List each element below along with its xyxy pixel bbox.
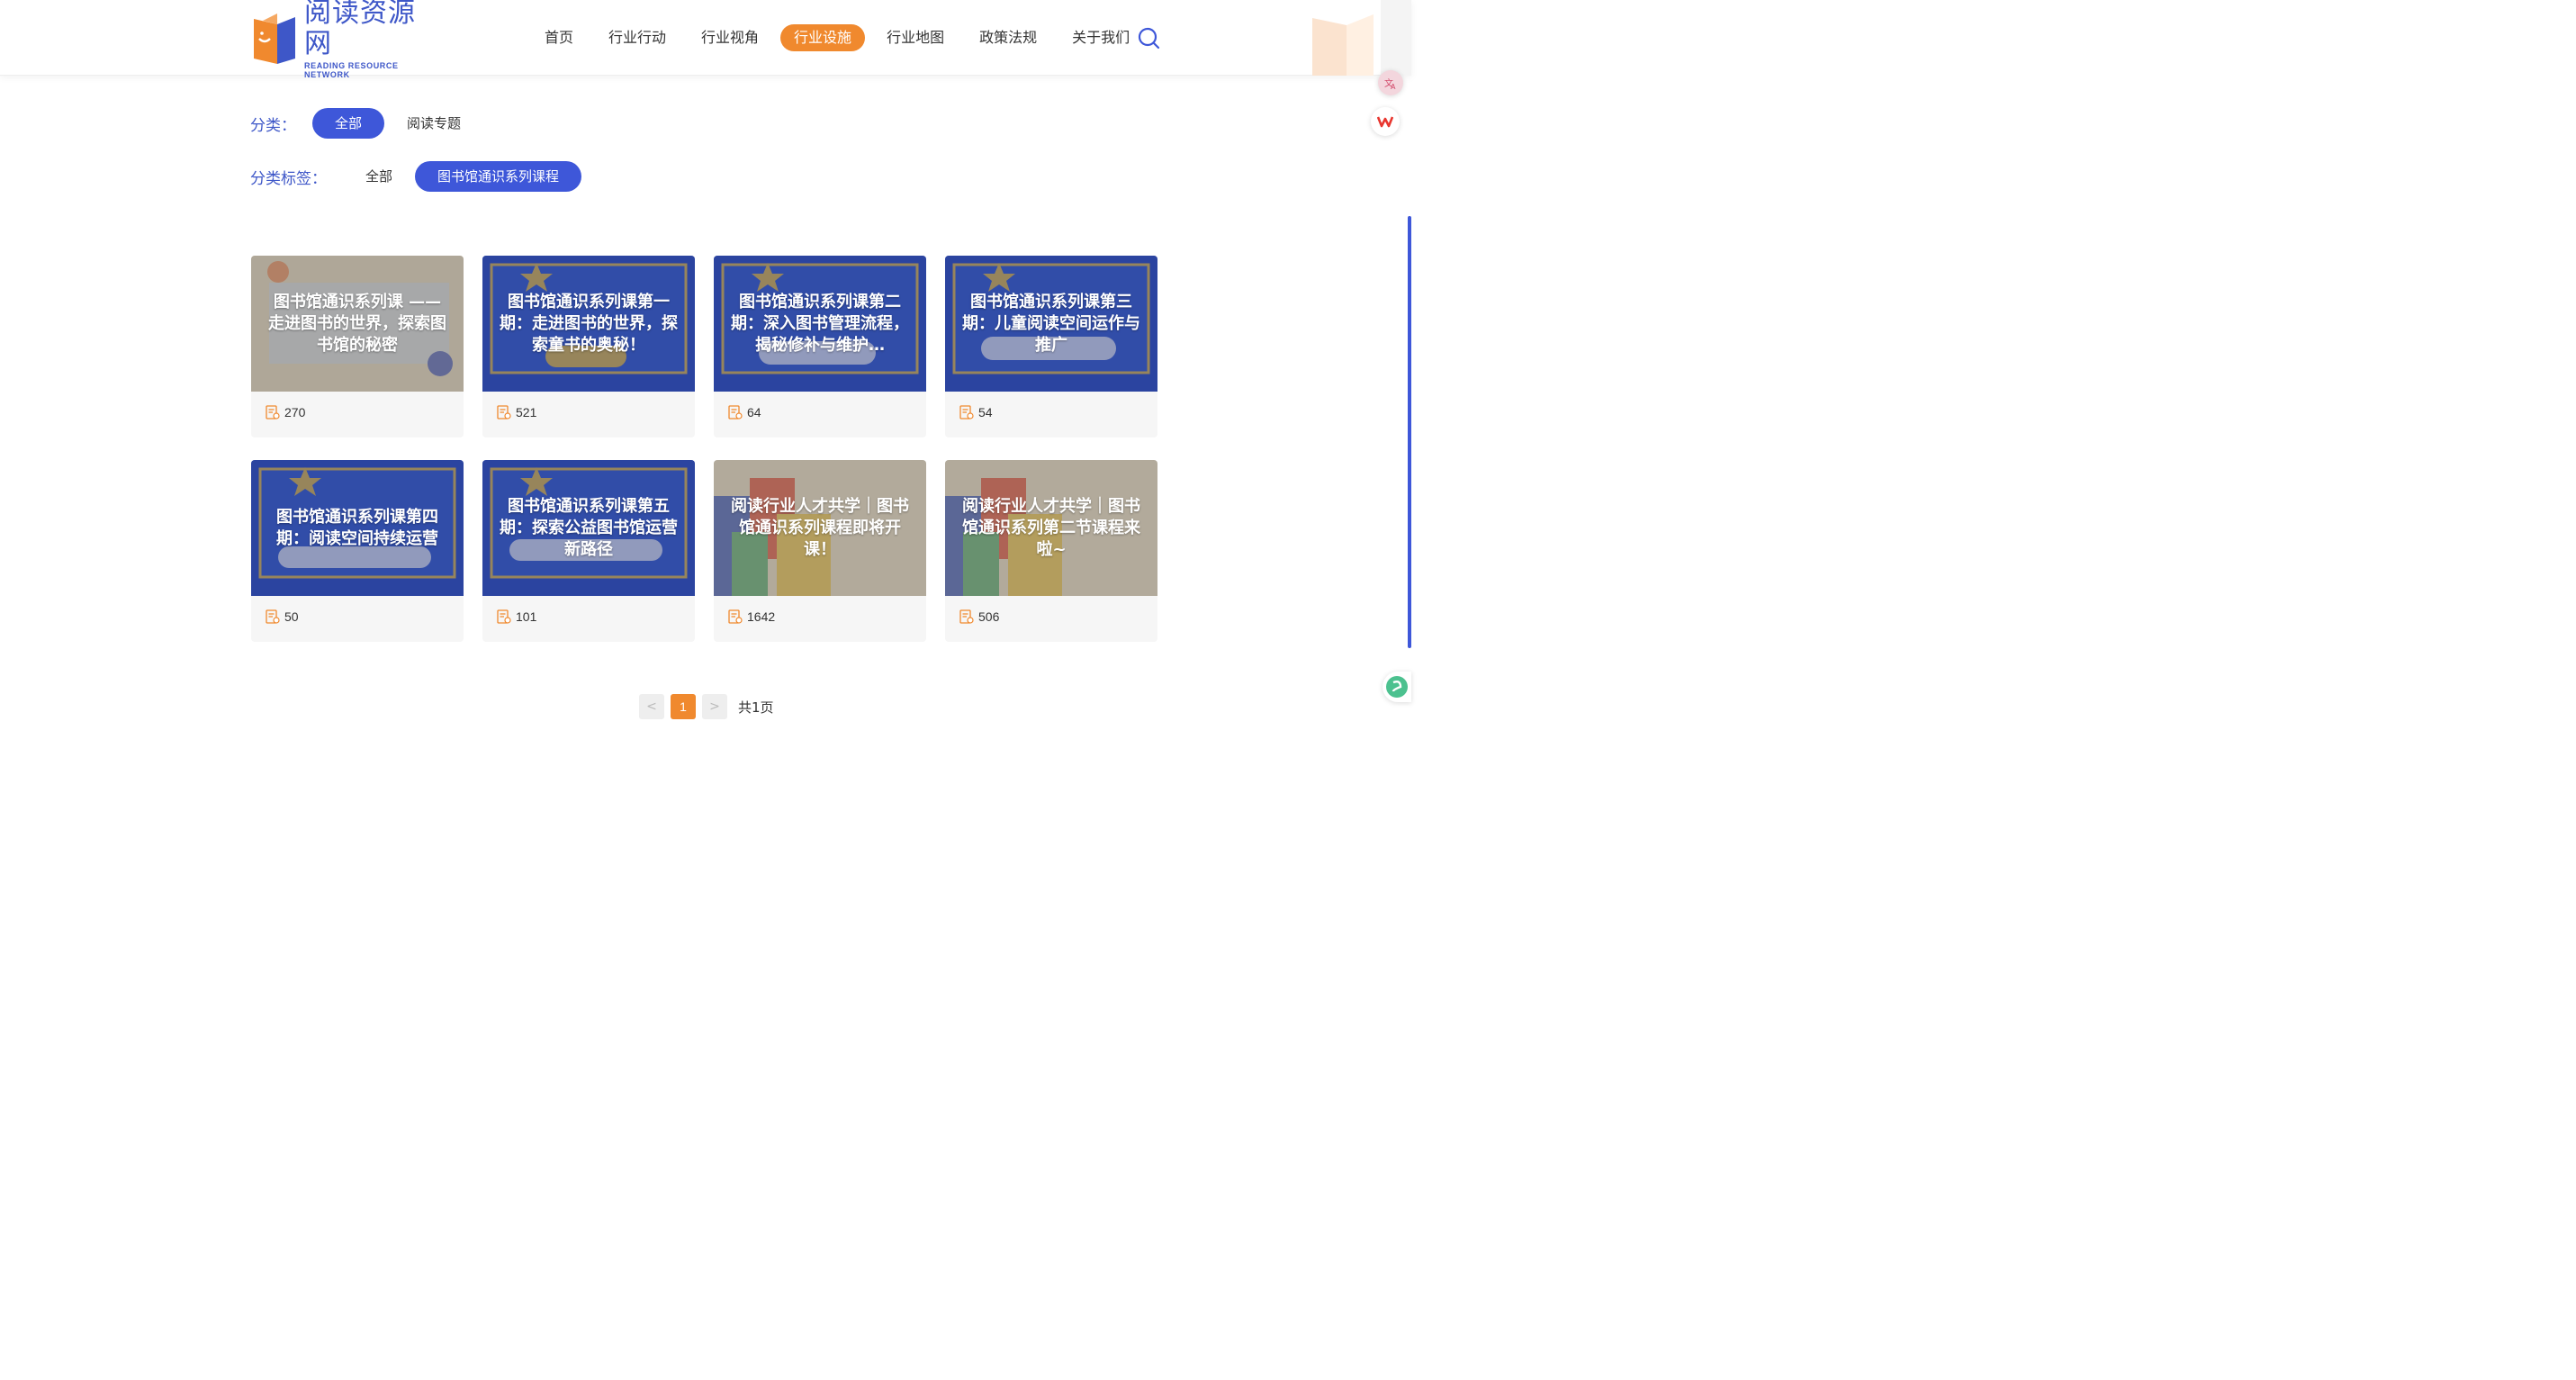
view-count: 101 xyxy=(516,609,537,624)
view-count: 521 xyxy=(516,405,537,419)
tag-option-library-course[interactable]: 图书馆通识系列课程 xyxy=(415,161,582,192)
prev-page-button[interactable]: < xyxy=(639,694,664,719)
view-count: 54 xyxy=(978,405,993,419)
card-title: 图书馆通识系列课第三期：儿童阅读空间运作与推广 xyxy=(962,292,1140,355)
category-label: 分类： xyxy=(250,116,296,135)
corner-decoration xyxy=(1311,0,1411,76)
card-thumbnail: 阅读行业人才共学｜图书馆通识系列课程即将开课！ xyxy=(714,460,926,596)
view-count-icon xyxy=(728,405,743,419)
logo-name: 阅读资源网 xyxy=(304,0,416,59)
tag-filter: 分类标签： 全部 图书馆通识系列课程 xyxy=(250,161,582,192)
view-count-icon xyxy=(266,405,280,419)
nav-item-industry-perspective[interactable]: 行业视角 xyxy=(688,24,772,51)
view-count-icon xyxy=(728,609,743,624)
article-card[interactable]: 图书馆通识系列课第三期：儿童阅读空间运作与推广 54 xyxy=(945,256,1157,437)
nav-item-industry-map[interactable]: 行业地图 xyxy=(873,24,958,51)
card-title: 阅读行业人才共学｜图书馆通识系列第二节课程来啦~ xyxy=(962,496,1140,559)
view-count: 1642 xyxy=(747,609,776,624)
card-thumbnail: 图书馆通识系列课第四期：阅读空间持续运营 xyxy=(251,460,464,596)
site-logo[interactable]: 阅读资源网 READING RESOURCE NETWORK xyxy=(250,0,439,79)
card-title: 图书馆通识系列课第四期：阅读空间持续运营 xyxy=(276,507,438,548)
view-count: 50 xyxy=(284,609,299,624)
logo-subtitle: READING RESOURCE NETWORK xyxy=(304,61,399,79)
view-count: 270 xyxy=(284,405,306,419)
pagination: < 1 > 共1页 xyxy=(639,694,774,719)
article-card[interactable]: 图书馆通识系列课第四期：阅读空间持续运营 50 xyxy=(251,460,464,642)
card-thumbnail: 图书馆通识系列课第一期：走进图书的世界，探索童书的奥秘！ xyxy=(482,256,695,392)
view-count-icon xyxy=(266,609,280,624)
nav-item-industry-action[interactable]: 行业行动 xyxy=(595,24,680,51)
card-thumbnail: 图书馆通识系列课第五期：探索公益图书馆运营新路径 xyxy=(482,460,695,596)
card-title: 阅读行业人才共学｜图书馆通识系列课程即将开课！ xyxy=(731,496,909,559)
svg-text:A: A xyxy=(1391,83,1396,90)
view-count-icon xyxy=(497,405,511,419)
search-icon[interactable] xyxy=(1136,25,1161,50)
assistant-icon[interactable] xyxy=(1383,672,1411,702)
article-card[interactable]: 图书馆通识系列课第一期：走进图书的世界，探索童书的奥秘！ 521 xyxy=(482,256,695,437)
category-filter: 分类： 全部 阅读专题 xyxy=(250,108,483,139)
scrollbar[interactable] xyxy=(1408,216,1411,648)
view-count-icon xyxy=(959,609,974,624)
article-card[interactable]: 图书馆通识系列课第二期：深入图书管理流程，揭秘修补与维护… 64 xyxy=(714,256,926,437)
translate-icon[interactable]: 文 A xyxy=(1378,70,1403,95)
wps-icon[interactable] xyxy=(1371,107,1400,136)
nav-item-home[interactable]: 首页 xyxy=(531,24,587,51)
nav-item-industry-facilities[interactable]: 行业设施 xyxy=(780,24,866,51)
view-count: 64 xyxy=(747,405,761,419)
card-title: 图书馆通识系列课 —— 走进图书的世界，探索图书馆的秘密 xyxy=(268,292,446,355)
article-card[interactable]: 阅读行业人才共学｜图书馆通识系列课程即将开课！ 1642 xyxy=(714,460,926,642)
category-option-all[interactable]: 全部 xyxy=(312,108,385,139)
main-nav: 首页 行业行动 行业视角 行业设施 行业地图 政策法规 关于我们 xyxy=(531,23,1151,52)
view-count-icon xyxy=(959,405,974,419)
article-card[interactable]: 图书馆通识系列课第五期：探索公益图书馆运营新路径 101 xyxy=(482,460,695,642)
card-title: 图书馆通识系列课第五期：探索公益图书馆运营新路径 xyxy=(500,496,678,559)
card-thumbnail: 图书馆通识系列课第三期：儿童阅读空间运作与推广 xyxy=(945,256,1157,392)
article-card[interactable]: 图书馆通识系列课 —— 走进图书的世界，探索图书馆的秘密 270 xyxy=(251,256,464,437)
next-page-button[interactable]: > xyxy=(702,694,727,719)
nav-item-about-us[interactable]: 关于我们 xyxy=(1058,24,1143,51)
tag-label: 分类标签： xyxy=(250,169,327,188)
nav-item-policy[interactable]: 政策法规 xyxy=(966,24,1050,51)
page-number-button[interactable]: 1 xyxy=(671,694,696,719)
total-pages: 共1页 xyxy=(738,699,774,716)
article-card[interactable]: 阅读行业人才共学｜图书馆通识系列第二节课程来啦~ 506 xyxy=(945,460,1157,642)
view-count-icon xyxy=(497,609,511,624)
card-thumbnail: 阅读行业人才共学｜图书馆通识系列第二节课程来啦~ xyxy=(945,460,1157,596)
view-count: 506 xyxy=(978,609,1000,624)
logo-book-icon xyxy=(250,12,297,66)
tag-option-all[interactable]: 全部 xyxy=(343,161,415,192)
site-header: 阅读资源网 READING RESOURCE NETWORK 首页 行业行动 行… xyxy=(0,0,1411,79)
card-thumbnail: 图书馆通识系列课第二期：深入图书管理流程，揭秘修补与维护… xyxy=(714,256,926,392)
card-title: 图书馆通识系列课第二期：深入图书管理流程，揭秘修补与维护… xyxy=(731,292,909,355)
category-option-reading-topic[interactable]: 阅读专题 xyxy=(384,108,483,139)
card-thumbnail: 图书馆通识系列课 —— 走进图书的世界，探索图书馆的秘密 xyxy=(251,256,464,392)
card-title: 图书馆通识系列课第一期：走进图书的世界，探索童书的奥秘！ xyxy=(500,292,678,355)
